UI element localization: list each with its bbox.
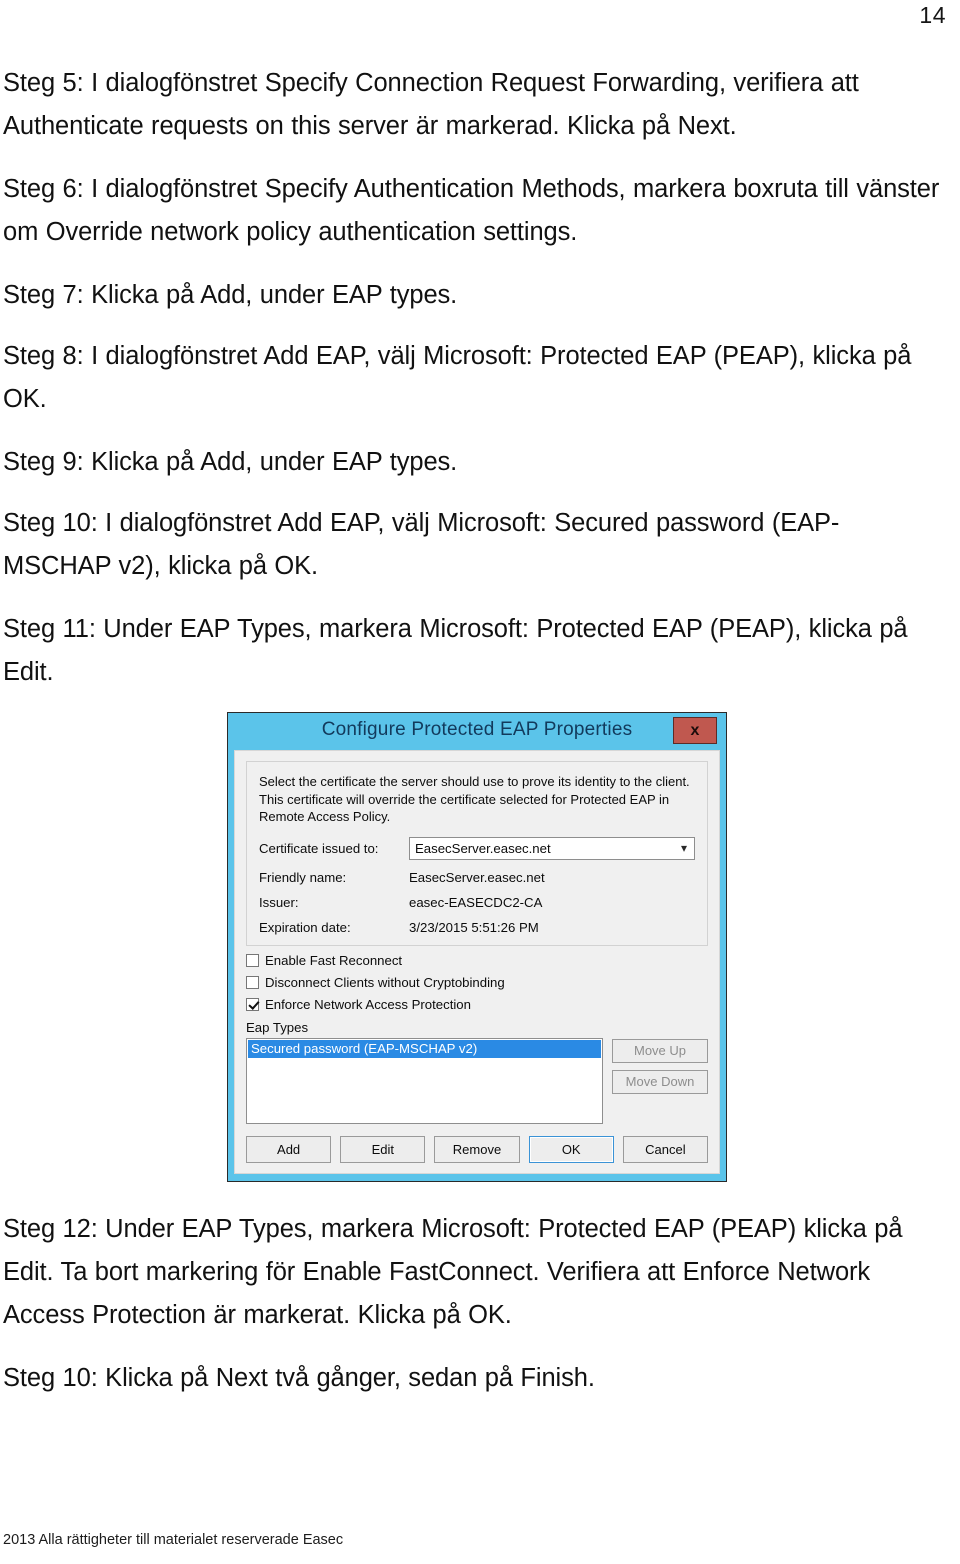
checkbox-enable-fast-reconnect-label: Enable Fast Reconnect	[265, 952, 403, 968]
expiration-date-label: Expiration date:	[259, 919, 351, 935]
issuer-value: easec-EASECDC2-CA	[409, 894, 543, 910]
step-paragraph-11: Steg 11: Under EAP Types, markera Micros…	[3, 615, 908, 686]
expiration-date-row: Expiration date: 3/23/2015 5:51:26 PM	[259, 920, 695, 935]
certificate-groupbox: Select the certificate the server should…	[246, 761, 708, 946]
issuer-label: Issuer:	[259, 894, 299, 910]
checkbox-icon	[246, 953, 259, 967]
step-paragraph-12: Steg 12: Under EAP Types, markera Micros…	[3, 1215, 903, 1329]
checkbox-disconnect-clients-label: Disconnect Clients without Cryptobinding	[265, 974, 505, 990]
list-item[interactable]: Secured password (EAP-MSCHAP v2)	[248, 1039, 601, 1058]
friendly-name-row: Friendly name: EasecServer.easec.net	[259, 870, 695, 885]
friendly-name-value: EasecServer.easec.net	[409, 869, 545, 885]
move-down-button[interactable]: Move Down	[612, 1069, 708, 1094]
step-paragraph-8: Steg 8: I dialogfönstret Add EAP, välj M…	[3, 342, 912, 413]
step-paragraph-10b: Steg 10: Klicka på Next två gånger, seda…	[3, 1364, 595, 1392]
certificate-issued-to-value: EasecServer.easec.net	[415, 840, 551, 856]
checkbox-disconnect-clients-without-cryptobinding[interactable]: Disconnect Clients without Cryptobinding	[246, 975, 708, 990]
certificate-issued-to-row: Certificate issued to: EasecServer.easec…	[259, 836, 695, 860]
edit-button[interactable]: Edit	[340, 1135, 426, 1163]
dialog-body: Select the certificate the server should…	[234, 750, 720, 1174]
certificate-description: Select the certificate the server should…	[259, 774, 690, 824]
step-paragraph-9: Steg 9: Klicka på Add, under EAP types.	[3, 448, 458, 476]
dialog-button-row: Add Edit Remove OK Cancel	[246, 1135, 709, 1163]
certificate-issued-to-label: Certificate issued to:	[259, 840, 379, 856]
chevron-down-icon: ▾	[680, 840, 687, 855]
page-number: 14	[919, 2, 946, 28]
eap-types-listbox[interactable]: Secured password (EAP-MSCHAP v2)	[246, 1037, 603, 1124]
step-paragraph-5: Steg 5: I dialogfönstret Specify Connect…	[3, 69, 859, 140]
document-body: Steg 5: I dialogfönstret Specify Connect…	[3, 62, 947, 714]
dialog-titlebar: Configure Protected EAP Properties x	[228, 713, 726, 750]
add-button[interactable]: Add	[246, 1135, 332, 1163]
step-paragraph-6: Steg 6: I dialogfönstret Specify Authent…	[3, 175, 940, 246]
checkbox-checked-icon	[246, 997, 259, 1011]
configure-protected-eap-properties-dialog: Configure Protected EAP Properties x Sel…	[227, 712, 727, 1182]
ok-button[interactable]: OK	[528, 1135, 614, 1163]
friendly-name-label: Friendly name:	[259, 869, 347, 885]
eap-types-label: Eap Types	[246, 1019, 309, 1035]
cancel-button[interactable]: Cancel	[622, 1135, 709, 1163]
eap-types-area: Secured password (EAP-MSCHAP v2) Move Up…	[246, 1037, 708, 1124]
close-icon[interactable]: x	[673, 717, 717, 744]
checkbox-enforce-nap-label: Enforce Network Access Protection	[265, 996, 471, 1012]
remove-button[interactable]: Remove	[434, 1135, 520, 1163]
eap-order-buttons: Move Up Move Down	[612, 1038, 708, 1124]
dialog-title: Configure Protected EAP Properties	[321, 719, 633, 740]
move-up-button[interactable]: Move Up	[612, 1038, 708, 1063]
certificate-issued-to-select[interactable]: EasecServer.easec.net ▾	[409, 836, 695, 860]
issuer-row: Issuer: easec-EASECDC2-CA	[259, 895, 695, 910]
page-footer: 2013 Alla rättigheter till materialet re…	[3, 1532, 344, 1548]
step-paragraph-10: Steg 10: I dialogfönstret Add EAP, välj …	[3, 509, 840, 580]
screenshot-figure: Configure Protected EAP Properties x Sel…	[222, 708, 734, 1186]
checkbox-enforce-network-access-protection[interactable]: Enforce Network Access Protection	[246, 997, 708, 1012]
checkbox-enable-fast-reconnect[interactable]: Enable Fast Reconnect	[246, 953, 708, 968]
document-body-after: Steg 12: Under EAP Types, markera Micros…	[3, 1208, 947, 1420]
checkbox-icon	[246, 975, 259, 989]
step-paragraph-7: Steg 7: Klicka på Add, under EAP types.	[3, 281, 458, 309]
expiration-date-value: 3/23/2015 5:51:26 PM	[409, 919, 539, 935]
